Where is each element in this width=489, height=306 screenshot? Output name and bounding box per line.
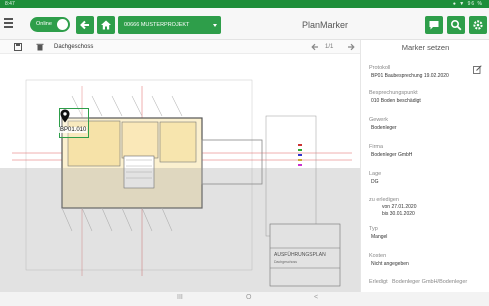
app-bar: Online 00666 MUSTERPROJEKT PlanMarker <box>0 8 489 40</box>
back-button[interactable] <box>76 16 94 34</box>
search-button[interactable] <box>447 16 465 34</box>
chat-icon <box>429 21 439 30</box>
plan-toolbar: Dachgeschoss 1/1 <box>0 40 360 54</box>
field-zu-erledigen[interactable]: zu erledigen von 27.01.2020 bis 30.01.2020 <box>369 197 416 217</box>
page-number: 1/1 <box>325 44 334 50</box>
panel-title: Marker setzen <box>401 43 450 52</box>
status-icons: ● ▼ 96 % <box>452 1 483 7</box>
field-gewerk[interactable]: Gewerk Bodenleger <box>369 117 397 131</box>
marker-panel: Marker setzen Protokoll BP01 Baubesprechu… <box>360 40 489 292</box>
field-value-to: bis 30.01.2020 <box>382 211 415 217</box>
plan-marker[interactable]: BP01.010 <box>59 108 89 138</box>
field-value: DG <box>371 179 379 185</box>
online-toggle[interactable]: Online <box>30 17 70 32</box>
field-typ[interactable]: Typ Mangel <box>369 226 387 240</box>
online-label: Online <box>36 21 52 27</box>
home-icon <box>101 20 111 30</box>
field-protokoll[interactable]: Protokoll BP01 Baubesprechung 19.02.2020 <box>369 65 449 79</box>
field-label: zu erledigen <box>369 197 399 203</box>
status-bar: 8:47 ● ▼ 96 % <box>0 0 489 8</box>
save-icon[interactable] <box>14 43 22 51</box>
toggle-knob <box>57 19 68 30</box>
chevron-down-icon <box>213 24 217 27</box>
gear-icon <box>473 20 483 30</box>
back-nav-button[interactable]: < <box>314 294 318 301</box>
field-value: Bodenleger GmbH <box>371 152 413 158</box>
field-label: Kosten <box>369 253 387 259</box>
field-value: Bodenleger <box>371 125 397 131</box>
arrow-back-icon <box>80 20 89 30</box>
device-frame: 8:47 ● ▼ 96 % Online 00666 MUSTERPROJEKT… <box>0 0 489 306</box>
project-select[interactable]: 00666 MUSTERPROJEKT <box>118 16 221 34</box>
field-kosten[interactable]: Kosten Nicht angegeben <box>369 253 409 267</box>
field-label: Protokoll <box>369 65 391 71</box>
marker-label: BP01.010 <box>59 127 88 133</box>
app-title: PlanMarker <box>301 20 348 30</box>
field-value: 010 Boden beschädigt <box>371 98 421 104</box>
screen-overlay <box>0 168 360 292</box>
settings-button[interactable] <box>469 16 487 34</box>
field-lage[interactable]: Lage DG <box>369 171 381 185</box>
trash-icon[interactable] <box>36 43 44 51</box>
menu-icon[interactable] <box>4 18 13 28</box>
edit-icon[interactable] <box>473 65 482 74</box>
field-label: Lage <box>369 171 382 177</box>
chat-button[interactable] <box>425 16 443 34</box>
app-screen: 8:47 ● ▼ 96 % Online 00666 MUSTERPROJEKT… <box>0 0 489 292</box>
status-time: 8:47 <box>5 1 15 7</box>
field-value-from: von 27.01.2020 <box>382 204 417 210</box>
arrow-right-icon[interactable] <box>347 43 355 51</box>
field-label: Besprechungspunkt <box>369 90 418 96</box>
field-erledigt[interactable]: Erledigt <box>369 279 388 285</box>
home-button[interactable] <box>97 16 115 34</box>
field-value: BP01 Baubesprechung 19.02.2020 <box>371 73 449 79</box>
page-navigator: 1/1 <box>311 40 359 54</box>
field-value: Nicht angegeben <box>371 261 409 267</box>
field-firma[interactable]: Firma Bodenleger GmbH <box>369 144 412 158</box>
field-label: Erledigt <box>369 279 388 285</box>
project-name: 00666 MUSTERPROJEKT <box>124 22 190 28</box>
field-label: Firma <box>369 144 384 150</box>
recents-button[interactable]: III <box>177 294 183 301</box>
arrow-left-icon[interactable] <box>311 43 319 51</box>
field-erledigt-value: Bodenleger GmbH/Bodenleger <box>392 279 468 285</box>
field-besprechungspunkt[interactable]: Besprechungspunkt 010 Boden beschädigt <box>369 90 421 104</box>
map-pin-icon <box>60 109 70 123</box>
home-nav-button[interactable]: O <box>246 294 251 301</box>
field-label: Typ <box>369 226 378 232</box>
field-value: Mangel <box>371 234 388 240</box>
floor-name: Dachgeschoss <box>54 44 94 50</box>
system-nav-bar: III O < <box>0 292 489 306</box>
search-icon <box>450 19 462 31</box>
field-label: Gewerk <box>369 117 388 123</box>
